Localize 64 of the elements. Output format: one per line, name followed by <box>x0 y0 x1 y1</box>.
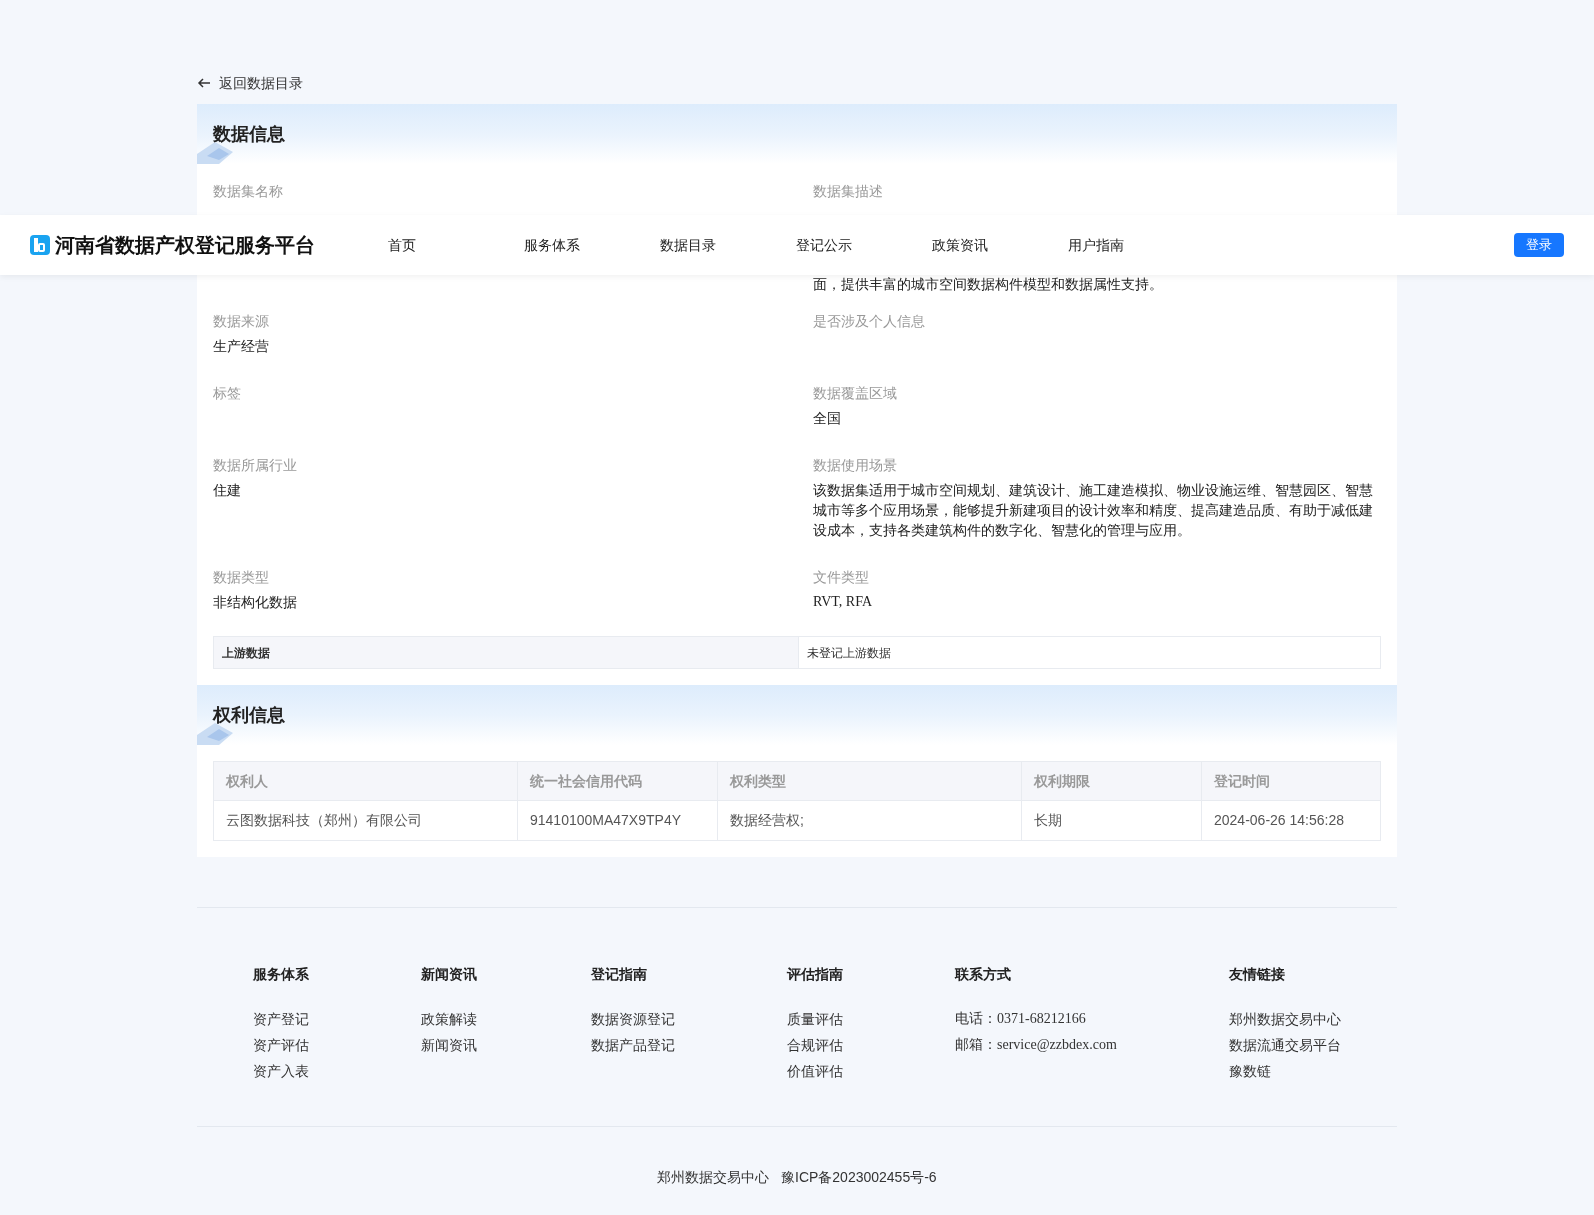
field-value: 住建 <box>213 481 242 500</box>
footer-link[interactable]: 电话：0371-68212166 <box>955 1006 1229 1032</box>
site-title: 河南省数据产权登记服务平台 <box>55 233 316 258</box>
field-label: 是否涉及个人信息 <box>813 312 926 331</box>
field-label: 数据所属行业 <box>213 456 298 475</box>
field-label: 文件类型 <box>813 568 870 587</box>
footer-link[interactable]: 数据资源登记 <box>591 1006 787 1032</box>
footer-heading: 联系方式 <box>955 965 1012 984</box>
column-header: 权利人 <box>213 761 518 801</box>
table-cell: 数据经营权; <box>717 800 1022 841</box>
nav-link[interactable]: 登记公示 <box>796 234 932 256</box>
field-value: 非结构化数据 <box>213 593 298 612</box>
field-label: 数据类型 <box>213 568 270 587</box>
footer-link[interactable]: 政策解读 <box>421 1006 591 1032</box>
login-button[interactable]: 登录 <box>1514 233 1564 257</box>
nav-link[interactable]: 首页 <box>388 234 524 256</box>
footer-heading: 服务体系 <box>253 965 310 984</box>
footer-link[interactable]: 资产评估 <box>253 1032 421 1058</box>
field-value: 该数据集适用于城市空间规划、建筑设计、施工建造模拟、物业设施运维、智慧园区、智慧城市等多个应用场景，能够提升新建项目的设计效率和精度、提高建造品质、有助于减低建设成本，支持各类建筑构件的数字化、智慧化的管理与应用。 <box>813 481 1374 540</box>
table-header-cell: 上游数据 <box>214 637 799 668</box>
field-label: 数据集描述 <box>813 182 884 201</box>
footer-heading: 新闻资讯 <box>421 965 478 984</box>
table-cell: 长期 <box>1021 800 1202 841</box>
table-cell-text: 未登记上游数据 <box>806 644 892 662</box>
footer-link[interactable]: 合规评估 <box>787 1032 955 1058</box>
footer-link[interactable]: 资产入表 <box>253 1058 421 1084</box>
table-cell: 云图数据科技（郑州）有限公司 <box>213 800 518 841</box>
footer-link[interactable]: 豫数链 <box>1229 1058 1389 1084</box>
footer-link[interactable]: 质量评估 <box>787 1006 955 1032</box>
nav-link[interactable]: 服务体系 <box>524 234 660 256</box>
footer-heading: 友情链接 <box>1229 965 1286 984</box>
section-title: 数据信息 <box>213 122 285 146</box>
footer-link[interactable]: 资产登记 <box>253 1006 421 1032</box>
field-value: 生产经营 <box>213 337 270 356</box>
footer-link[interactable]: 邮箱：service@zzbdex.com <box>955 1032 1229 1058</box>
text-fragment: 面，提供丰富的城市空间数据构件模型和数据属性支持。 <box>813 275 1164 294</box>
field-label: 数据覆盖区域 <box>813 384 898 403</box>
column-header: 统一社会信用代码 <box>517 761 718 801</box>
logo-icon <box>30 235 50 255</box>
back-link[interactable]: 返回数据目录 <box>197 72 1397 94</box>
field-value: RVT, RFA <box>813 593 874 611</box>
footer-heading: 评估指南 <box>787 965 844 984</box>
nav-link[interactable]: 政策资讯 <box>932 234 1068 256</box>
column-header: 权利期限 <box>1021 761 1202 801</box>
nav-link[interactable]: 数据目录 <box>660 234 796 256</box>
field-label: 数据使用场景 <box>813 456 898 475</box>
footer-link[interactable]: 郑州数据交易中心 <box>1229 1006 1389 1032</box>
field-label: 数据集名称 <box>213 182 284 201</box>
back-arrow-icon <box>197 76 211 90</box>
field-label: 标签 <box>213 384 242 403</box>
field-value: 全国 <box>813 409 842 428</box>
section-title: 权利信息 <box>213 703 285 727</box>
footer-link[interactable]: 数据产品登记 <box>591 1032 787 1058</box>
column-header: 登记时间 <box>1201 761 1381 801</box>
copyright-text: 郑州数据交易中心 豫ICP备2023002455号-6 <box>657 1168 937 1187</box>
footer-link[interactable]: 数据流通交易平台 <box>1229 1032 1389 1058</box>
footer-link[interactable]: 新闻资讯 <box>421 1032 591 1058</box>
nav-link[interactable]: 用户指南 <box>1068 234 1204 256</box>
table-cell: 2024-06-26 14:56:28 <box>1201 800 1381 841</box>
table-cell: 91410100MA47X9TP4Y <box>517 800 718 841</box>
footer-heading: 登记指南 <box>591 965 648 984</box>
column-header: 权利类型 <box>717 761 1022 801</box>
footer-link[interactable]: 价值评估 <box>787 1058 955 1084</box>
field-label: 数据来源 <box>213 312 270 331</box>
